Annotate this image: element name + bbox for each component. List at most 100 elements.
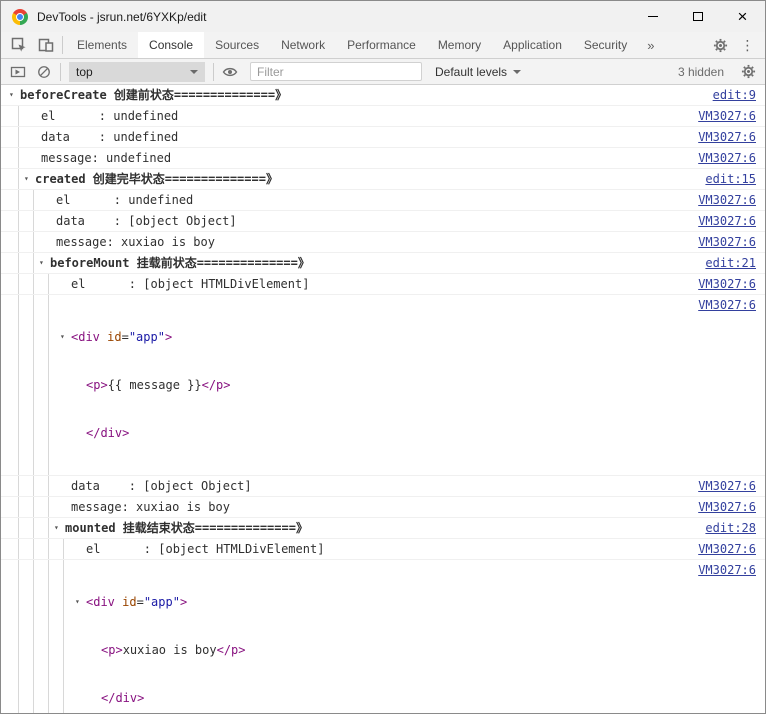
gear-icon xyxy=(713,38,728,52)
log-text: el : [object HTMLDivElement] xyxy=(71,277,310,291)
indent-guide xyxy=(18,497,19,517)
tab-label: Security xyxy=(583,38,628,52)
indent-guide xyxy=(33,211,34,231)
dom-tag[interactable]: <div xyxy=(86,595,122,609)
filter-input[interactable] xyxy=(250,62,422,81)
dom-tag: > xyxy=(164,330,173,344)
source-link[interactable]: edit:21 xyxy=(693,255,765,271)
source-link[interactable]: VM3027:6 xyxy=(686,150,765,166)
console-group-row[interactable]: ▾ mounted 挂载结束状态==============》 edit:28 xyxy=(1,518,765,539)
source-link[interactable]: VM3027:6 xyxy=(686,129,765,145)
source-link[interactable]: VM3027:6 xyxy=(686,108,765,124)
device-toolbar-button[interactable] xyxy=(32,32,59,58)
console-log-row: message: xuxiao is boy VM3027:6 xyxy=(1,232,765,253)
tab-sources[interactable]: Sources xyxy=(204,32,270,58)
tab-label: Performance xyxy=(347,38,416,52)
indent-guide xyxy=(18,253,19,273)
tab-network[interactable]: Network xyxy=(270,32,336,58)
clear-console-button[interactable] xyxy=(31,59,57,84)
tab-elements[interactable]: Elements xyxy=(66,32,138,58)
overflow-chevron-icon: » xyxy=(647,37,655,53)
source-link[interactable]: edit:15 xyxy=(693,171,765,187)
source-link[interactable]: VM3027:6 xyxy=(686,478,765,494)
console-sidebar-icon xyxy=(10,66,26,77)
dom-tag[interactable]: <p> xyxy=(86,378,108,392)
levels-label: Default levels xyxy=(435,64,508,79)
indent-guide xyxy=(18,127,19,147)
group-title: beforeCreate 创建前状态==============》 xyxy=(20,88,288,102)
source-link[interactable]: VM3027:6 xyxy=(686,297,765,313)
group-title: beforeMount 挂载前状态==============》 xyxy=(50,256,310,270)
disclosure-triangle-icon[interactable]: ▾ xyxy=(24,171,35,187)
log-text: message: xuxiao is boy xyxy=(71,500,230,514)
dom-attribute-value: "app" xyxy=(143,595,180,609)
disclosure-triangle-icon[interactable]: ▾ xyxy=(39,255,50,271)
disclosure-triangle-icon[interactable]: ▾ xyxy=(75,594,86,610)
close-button[interactable]: × xyxy=(720,1,765,32)
disclosure-triangle-icon[interactable]: ▾ xyxy=(54,520,65,536)
chrome-logo-icon xyxy=(12,8,28,25)
dom-tag: </div> xyxy=(86,426,130,440)
panel-tab-bar: Elements Console Sources Network Perform… xyxy=(1,32,765,59)
indent-guide xyxy=(18,232,19,252)
tab-console[interactable]: Console xyxy=(138,32,205,58)
indent-guide xyxy=(48,274,49,294)
source-link[interactable]: VM3027:6 xyxy=(686,562,765,578)
tab-application[interactable]: Application xyxy=(492,32,573,58)
gear-icon xyxy=(741,64,755,79)
console-dom-row: ▾ <div id="app"> <p>{{ message }}</p> </d… xyxy=(1,295,765,476)
tab-label: Console xyxy=(149,38,194,52)
vertical-dots-icon: ⋮ xyxy=(740,36,755,53)
console-group-row[interactable]: ▾ created 创建完毕状态==============》 edit:15 xyxy=(1,169,765,190)
hidden-messages-count[interactable]: 3 hidden xyxy=(678,65,735,79)
indent-guide xyxy=(48,497,49,517)
indent-guide xyxy=(63,539,64,559)
source-link[interactable]: VM3027:6 xyxy=(686,541,765,557)
source-link[interactable]: VM3027:6 xyxy=(686,213,765,229)
dom-attribute-name: id xyxy=(107,330,122,344)
devtools-window: DevTools - jsrun.net/6YXKp/edit × Elemen… xyxy=(0,0,766,714)
tab-memory[interactable]: Memory xyxy=(427,32,492,58)
console-settings-button[interactable] xyxy=(735,59,761,84)
inspect-element-button[interactable] xyxy=(5,32,32,58)
console-group-row[interactable]: ▾ beforeMount 挂载前状态==============》 edit:… xyxy=(1,253,765,274)
indent-guide xyxy=(18,106,19,126)
eye-icon xyxy=(222,67,238,76)
disclosure-triangle-icon[interactable]: ▾ xyxy=(60,329,71,345)
source-link[interactable]: VM3027:6 xyxy=(686,276,765,292)
indent-guide xyxy=(18,476,19,496)
tab-security[interactable]: Security xyxy=(573,32,638,58)
console-group-row[interactable]: ▾ beforeCreate 创建前状态==============》 edit… xyxy=(1,85,765,106)
indent-guide xyxy=(33,497,34,517)
console-log-row: el : [object HTMLDivElement] VM3027:6 xyxy=(1,539,765,560)
disclosure-triangle-icon[interactable]: ▾ xyxy=(9,87,20,103)
devtools-settings-button[interactable] xyxy=(707,38,734,53)
indent-guide xyxy=(18,211,19,231)
tab-label: Sources xyxy=(215,38,260,52)
tab-label: Application xyxy=(503,38,562,52)
more-tabs-button[interactable]: » xyxy=(638,32,663,58)
console-sidebar-toggle-button[interactable] xyxy=(5,59,31,84)
main-menu-button[interactable]: ⋮ xyxy=(734,37,761,54)
window-title: DevTools - jsrun.net/6YXKp/edit xyxy=(37,9,207,24)
log-levels-dropdown[interactable]: Default levels xyxy=(429,65,527,79)
execution-context-selector[interactable]: top xyxy=(69,61,205,82)
tab-performance[interactable]: Performance xyxy=(336,32,427,58)
inspect-cursor-icon xyxy=(11,37,26,52)
source-link[interactable]: edit:28 xyxy=(693,520,765,536)
source-link[interactable]: VM3027:6 xyxy=(686,192,765,208)
source-link[interactable]: VM3027:6 xyxy=(686,499,765,515)
tab-label: Elements xyxy=(77,38,128,52)
dom-tag[interactable]: <div xyxy=(71,330,107,344)
source-link[interactable]: VM3027:6 xyxy=(686,234,765,250)
maximize-button[interactable] xyxy=(675,1,720,32)
live-expression-button[interactable] xyxy=(217,59,243,84)
indent-guide xyxy=(18,169,19,189)
source-link[interactable]: edit:9 xyxy=(701,87,765,103)
console-log-row: data : [object Object] VM3027:6 xyxy=(1,211,765,232)
separator xyxy=(60,62,61,81)
device-toolbar-icon xyxy=(38,38,53,52)
dom-tag[interactable]: <p> xyxy=(101,643,123,657)
indent-guide xyxy=(33,560,34,713)
minimize-button[interactable] xyxy=(630,1,675,32)
